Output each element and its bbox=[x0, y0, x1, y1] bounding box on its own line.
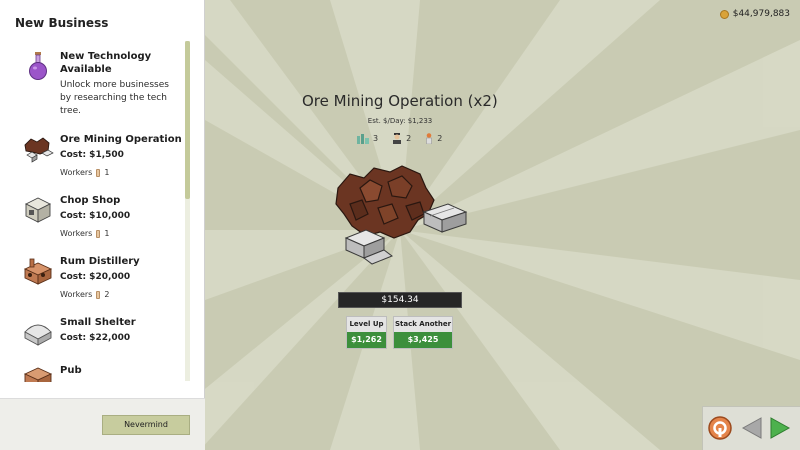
chop-shop-icon bbox=[24, 197, 52, 223]
list-item-rum-distillery[interactable]: Rum Distillery Cost: $20,000 Workers 2 bbox=[0, 255, 190, 311]
business-name: Rum Distillery bbox=[60, 256, 140, 267]
business-description: Unlock more businesses by researching th… bbox=[60, 80, 169, 116]
stack-another-button[interactable]: Stack Another $3,425 bbox=[393, 316, 453, 349]
stat-buildings: 3 bbox=[357, 133, 378, 144]
list-item-small-shelter[interactable]: Small Shelter Cost: $22,000 bbox=[0, 316, 190, 356]
business-cost: Cost: $20,000 bbox=[60, 272, 131, 282]
worker-icon bbox=[426, 133, 432, 144]
stat-managers: 2 bbox=[392, 133, 411, 144]
nevermind-button[interactable]: Nevermind bbox=[102, 415, 190, 435]
potion-flask-icon bbox=[29, 52, 47, 80]
shelter-icon bbox=[24, 324, 52, 346]
business-workers: Workers 1 bbox=[60, 229, 110, 238]
list-item-ore-mining-operation[interactable]: Ore Mining Operation Cost: $1,500 Worker… bbox=[0, 133, 190, 189]
business-workers: Workers 2 bbox=[60, 290, 110, 299]
ore-mining-building-illustration bbox=[335, 165, 468, 265]
stack-another-label: Stack Another bbox=[394, 317, 452, 332]
buildings-icon bbox=[357, 133, 369, 144]
business-list: New Technology Available Unlock more bus… bbox=[0, 42, 190, 382]
scrollbar-thumb[interactable] bbox=[185, 41, 190, 199]
business-stats: 3 2 2 bbox=[357, 133, 442, 144]
business-name: New Technology Available bbox=[60, 51, 152, 75]
navigation-controls bbox=[702, 406, 800, 450]
list-item-chop-shop[interactable]: Chop Shop Cost: $10,000 Workers 1 bbox=[0, 194, 190, 250]
ore-rocks-icon bbox=[24, 137, 54, 163]
business-workers: Workers 1 bbox=[60, 168, 110, 177]
business-cost: Cost: $22,000 bbox=[60, 333, 131, 343]
business-name: Ore Mining Operation bbox=[60, 134, 182, 145]
business-cost: Cost: $10,000 bbox=[60, 211, 131, 221]
income-bar[interactable]: $154.34 bbox=[338, 292, 462, 308]
estimated-per-day: Est. $/Day: $1,233 bbox=[367, 117, 433, 125]
worker-icon bbox=[96, 168, 101, 177]
level-up-button[interactable]: Level Up $1,262 bbox=[346, 316, 387, 349]
business-name: Small Shelter bbox=[60, 317, 136, 328]
worker-icon bbox=[96, 229, 101, 238]
manager-icon bbox=[393, 133, 402, 144]
business-cost: Cost: $1,500 bbox=[60, 150, 124, 160]
list-item-new-technology[interactable]: New Technology Available Unlock more bus… bbox=[0, 50, 190, 128]
coin-icon bbox=[719, 9, 729, 19]
business-name: Chop Shop bbox=[60, 195, 121, 206]
sidebar-footer: Nevermind bbox=[0, 398, 205, 450]
pub-icon bbox=[23, 367, 53, 382]
stat-workers: 2 bbox=[425, 133, 442, 144]
level-up-price: $1,262 bbox=[347, 332, 386, 348]
level-up-label: Level Up bbox=[347, 317, 386, 332]
distillery-icon bbox=[23, 258, 53, 285]
sidebar-title: New Business bbox=[15, 16, 109, 30]
money-amount: $44,979,883 bbox=[732, 9, 790, 19]
business-title: Ore Mining Operation (x2) bbox=[302, 92, 498, 110]
next-arrow-icon[interactable] bbox=[767, 415, 793, 441]
stack-another-price: $3,425 bbox=[394, 332, 452, 348]
previous-arrow-icon[interactable] bbox=[739, 415, 765, 441]
business-list-scrollbar[interactable] bbox=[185, 41, 190, 381]
relocate-icon[interactable] bbox=[707, 415, 733, 441]
new-business-sidebar: New Business New Technology Available Un… bbox=[0, 0, 205, 450]
list-item-pub[interactable]: Pub bbox=[0, 364, 190, 382]
worker-icon bbox=[96, 290, 101, 299]
business-name: Pub bbox=[60, 365, 82, 376]
money-display: $44,979,883 bbox=[719, 9, 790, 19]
